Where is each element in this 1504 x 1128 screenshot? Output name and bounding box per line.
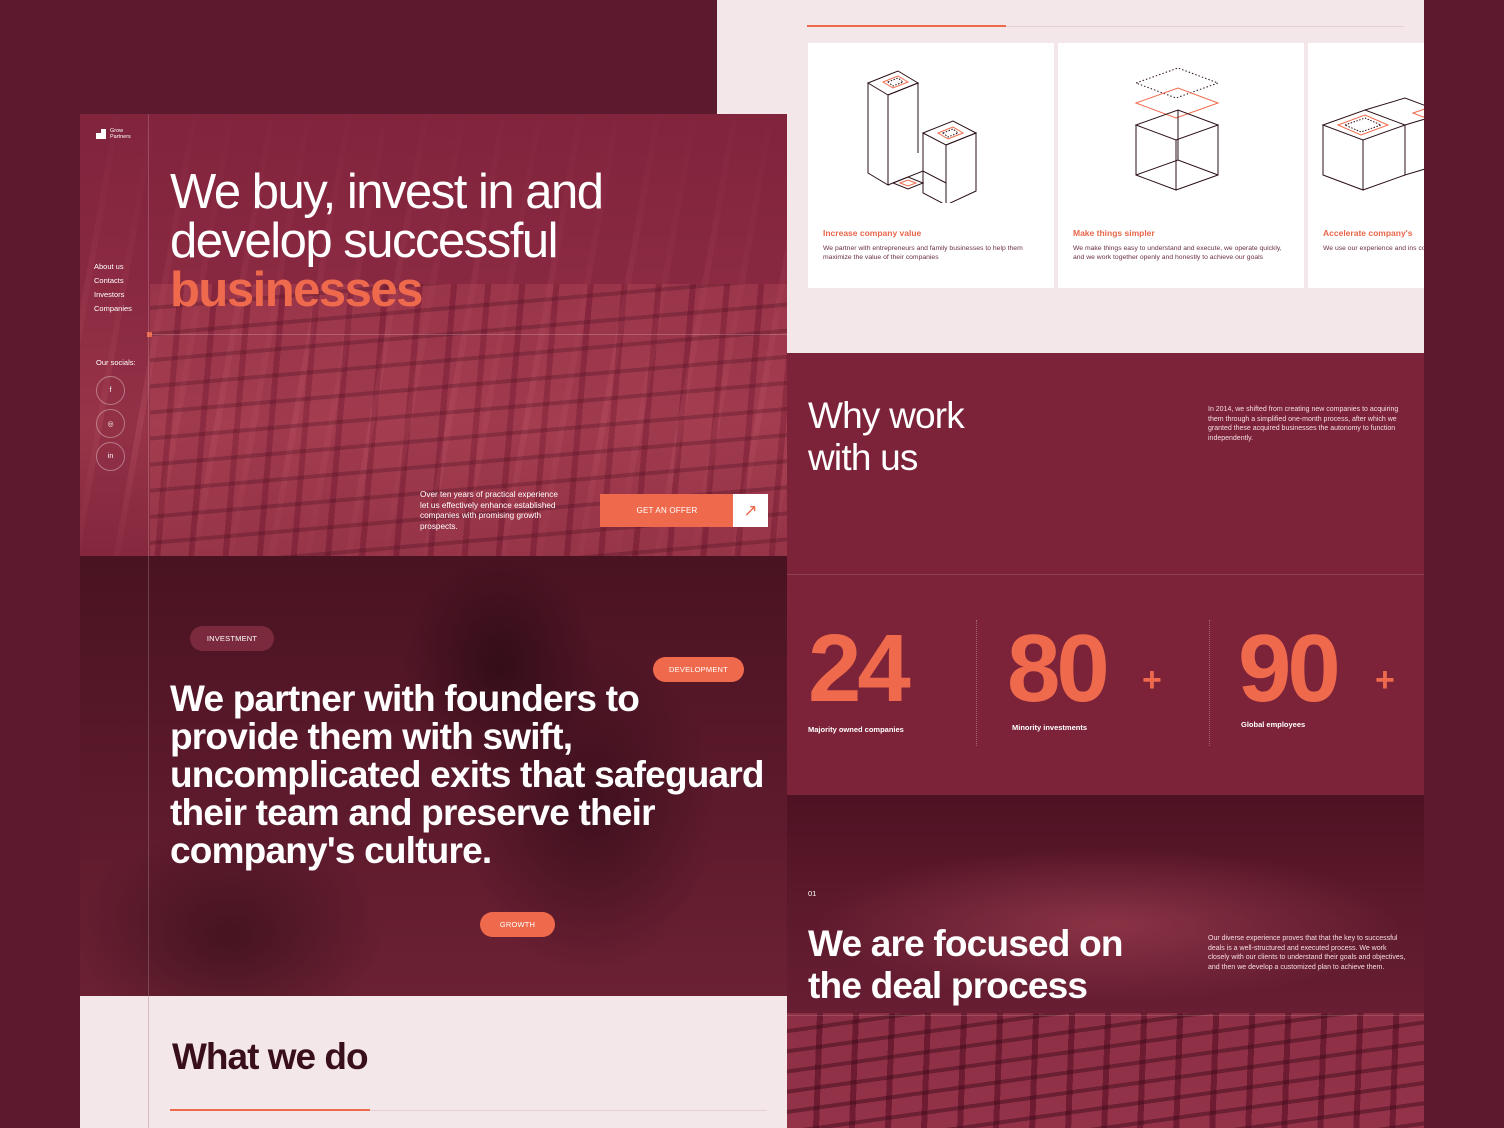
stat-value-majority: 24 [808,615,911,722]
deal-process-section: 01 We are focused on the deal process Ou… [787,795,1424,1128]
landing-page-right: Increase company value We partner with e… [787,0,1424,1128]
card-title: Accelerate company's [1323,228,1413,238]
partner-title: We partner with founders to provide them… [170,678,765,871]
feature-card-make-simpler[interactable]: Make things simpler We make things easy … [1058,43,1304,288]
divider [787,1015,1424,1016]
hero-description: Over ten years of practical experience l… [420,490,558,531]
stat-suffix-employees: + [1375,661,1395,699]
logo-icon [96,129,106,139]
stats-section: 24 Majority owned companies 80 + Minorit… [787,574,1424,795]
card-text: We use our experience and ins companies … [1323,245,1424,252]
main-nav: About us Contacts Investors Companies [94,262,132,318]
deal-title-line2: the deal process [808,965,1088,1006]
deal-text: Our diverse experience proves that that … [1208,935,1406,971]
nav-item-investors[interactable]: Investors [94,290,132,299]
hero-title-accent: businesses [170,263,423,317]
brand-logo[interactable]: Grow Partners [96,128,150,140]
exploded-cube-illustration [1134,67,1220,191]
tag-investment[interactable]: INVESTMENT [190,626,274,651]
stat-label-minority: Minority investments [1012,723,1088,732]
progress-indicator [170,1109,370,1111]
why-title: Why work with us [808,395,965,479]
why-title-line2: with us [808,437,918,478]
get-an-offer-button[interactable]: GET AN OFFER [600,494,734,527]
stat-value-minority: 80 [1007,615,1110,722]
instagram-icon[interactable]: ◎ [96,409,125,438]
sidebar-divider-lower [148,996,149,1128]
socials-label: Our socials: [96,358,136,367]
sidebar-divider [148,114,149,1128]
card-text: We make things easy to understand and ex… [1073,245,1282,261]
why-work-with-us-section: Why work with us In 2014, we shifted fro… [787,353,1424,574]
facebook-icon[interactable]: f [96,376,125,405]
hero-title-line1: We buy, invest in and [170,165,604,219]
feature-card-increase-value[interactable]: Increase company value We partner with e… [808,43,1054,288]
arrow-up-right-icon[interactable]: ↗ [733,494,768,527]
tag-growth[interactable]: GROWTH [480,912,555,937]
card-title: Make things simpler [1073,228,1155,238]
what-we-do-title: What we do [172,1036,369,1077]
stacked-blocks-illustration [866,70,978,203]
stat-divider [1209,620,1210,746]
why-text: In 2014, we shifted from creating new co… [1208,406,1399,442]
stat-label-majority: Majority owned companies [808,725,904,734]
card-title: Increase company value [823,228,922,238]
stat-divider [976,620,977,746]
hero-section: Grow Partners About us Contacts Investor… [80,114,787,556]
deal-background-image [787,1013,1424,1128]
brand-name-line2: Partners [110,134,131,140]
background-page-edge [717,0,789,114]
card-text: We partner with entrepreneurs and family… [823,245,1023,261]
carousel-indicator [807,25,1006,27]
stat-label-employees: Global employees [1241,720,1306,729]
cube-row-illustration [1321,97,1424,191]
section-number: 01 [808,889,817,898]
landing-page-left: Grow Partners About us Contacts Investor… [80,114,787,1128]
tag-development[interactable]: DEVELOPMENT [653,657,744,682]
nav-item-companies[interactable]: Companies [94,304,132,313]
nav-item-about-us[interactable]: About us [94,262,132,271]
feature-card-accelerate[interactable]: Accelerate company's We use our experien… [1308,43,1424,288]
nav-item-contacts[interactable]: Contacts [94,276,132,285]
deal-title: We are focused on the deal process [808,923,1123,1007]
stat-value-employees: 90 [1238,615,1341,722]
what-we-do-section: What we do [80,996,787,1128]
deal-title-line1: We are focused on [808,923,1123,964]
hero-title: We buy, invest in and develop successful… [170,165,604,317]
linkedin-icon[interactable]: in [96,442,125,471]
partner-section: INVESTMENT DEVELOPMENT We partner with f… [80,556,787,996]
hero-title-line2: develop successful [170,214,559,268]
stat-suffix-minority: + [1142,661,1162,699]
features-section: Increase company value We partner with e… [787,0,1424,353]
why-title-line1: Why work [808,395,965,436]
divider [150,334,787,335]
